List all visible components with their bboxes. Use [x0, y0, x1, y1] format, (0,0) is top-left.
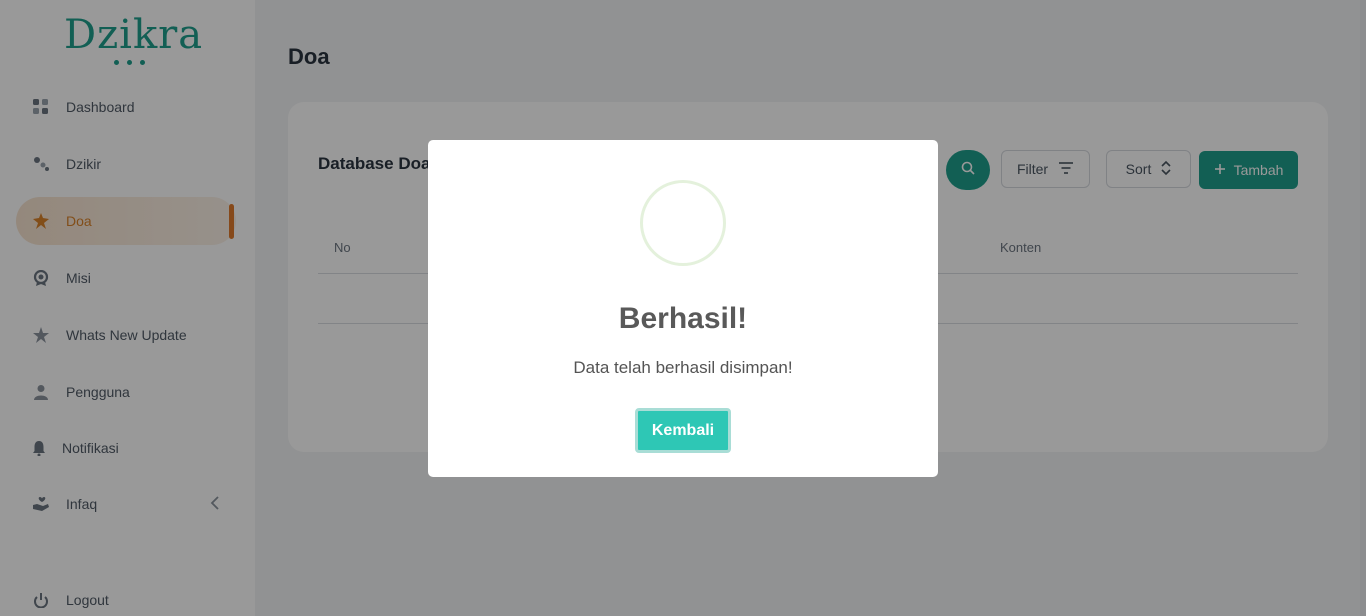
dialog-message: Data telah berhasil disimpan!: [573, 358, 793, 377]
success-icon: [640, 180, 726, 266]
success-dialog: Berhasil! Data telah berhasil disimpan! …: [428, 140, 938, 477]
dialog-title: Berhasil!: [618, 302, 748, 335]
back-button[interactable]: Kembali: [635, 408, 731, 453]
